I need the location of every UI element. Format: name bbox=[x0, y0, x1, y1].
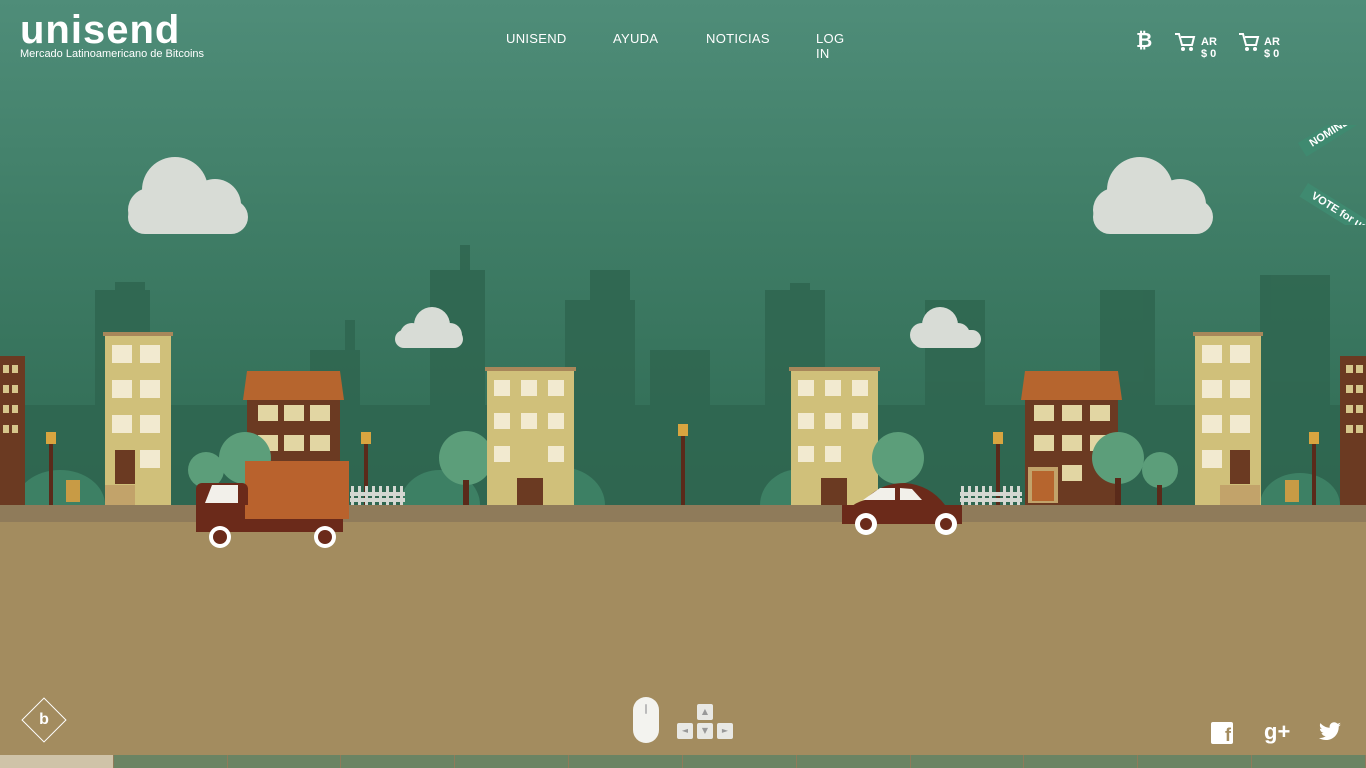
fence-right bbox=[960, 486, 1022, 506]
progress-segment[interactable] bbox=[682, 755, 797, 768]
building-yellow-center-left bbox=[485, 367, 576, 505]
bitcoin-icon[interactable]: ₿ bbox=[1136, 30, 1152, 53]
mouse-wheel bbox=[645, 704, 647, 714]
progress-segment[interactable] bbox=[341, 755, 456, 768]
nav-ayuda[interactable]: AYUDA bbox=[613, 31, 658, 46]
mouse-icon bbox=[633, 697, 659, 743]
balance-ars-2: AR $ 0 bbox=[1264, 36, 1280, 60]
nav-noticias[interactable]: NOTICIAS bbox=[706, 31, 770, 46]
arrow-up-key-icon[interactable]: ▲ bbox=[697, 704, 713, 720]
hydrant-right bbox=[1285, 480, 1299, 502]
sidewalk bbox=[0, 505, 1366, 522]
building-far-left bbox=[0, 356, 25, 506]
vote-label: VOTE for us bbox=[1299, 183, 1366, 225]
facebook-icon[interactable]: f bbox=[1211, 722, 1233, 745]
cart-icon[interactable] bbox=[1238, 32, 1260, 52]
progress-segment[interactable] bbox=[569, 755, 683, 768]
twitter-icon[interactable] bbox=[1318, 722, 1342, 742]
nominee-label: NOMINEE bbox=[1298, 125, 1366, 157]
brand-letter: b bbox=[39, 711, 49, 728]
arrow-right-key-icon[interactable]: ► bbox=[717, 723, 733, 739]
progress-segment[interactable] bbox=[1252, 755, 1366, 768]
big-cloud-left bbox=[128, 157, 248, 234]
progress-segment[interactable] bbox=[910, 755, 1025, 768]
building-yellow-right bbox=[1193, 332, 1263, 505]
balance-ars: AR $ 0 bbox=[1201, 36, 1217, 60]
logo-tagline: Mercado Latinoamericano de Bitcoins bbox=[20, 48, 205, 60]
hydrant-left bbox=[66, 480, 80, 502]
nav-unisend[interactable]: UNISEND bbox=[506, 31, 567, 46]
googleplus-icon[interactable]: g+ bbox=[1264, 719, 1290, 745]
progress-segment[interactable] bbox=[113, 755, 228, 768]
arrow-left-key-icon[interactable]: ◄ bbox=[677, 723, 693, 739]
building-far-right bbox=[1340, 356, 1366, 506]
building-yellow-left bbox=[103, 332, 173, 505]
logo-wordmark: unisend bbox=[20, 8, 181, 52]
tree-center-right bbox=[872, 432, 924, 484]
progress-segment[interactable] bbox=[796, 755, 911, 768]
progress-segment[interactable] bbox=[1138, 755, 1253, 768]
progress-segment[interactable] bbox=[1024, 755, 1139, 768]
nominee-ribbon[interactable]: NOMINEE VOTE for us bbox=[1296, 125, 1366, 225]
unisend-logo[interactable]: unisend Mercado Latinoamericano de Bitco… bbox=[20, 10, 204, 60]
arrow-down-key-icon[interactable]: ▼ bbox=[697, 723, 713, 739]
building-yellow-center-right bbox=[789, 367, 880, 505]
section-progress-bar bbox=[0, 755, 1366, 768]
cart-icon[interactable] bbox=[1174, 32, 1196, 52]
big-cloud-right bbox=[1093, 157, 1213, 234]
nav-log-in[interactable]: LOG IN bbox=[816, 31, 844, 61]
progress-segment[interactable] bbox=[0, 755, 114, 768]
progress-segment[interactable] bbox=[227, 755, 342, 768]
progress-segment[interactable] bbox=[455, 755, 570, 768]
